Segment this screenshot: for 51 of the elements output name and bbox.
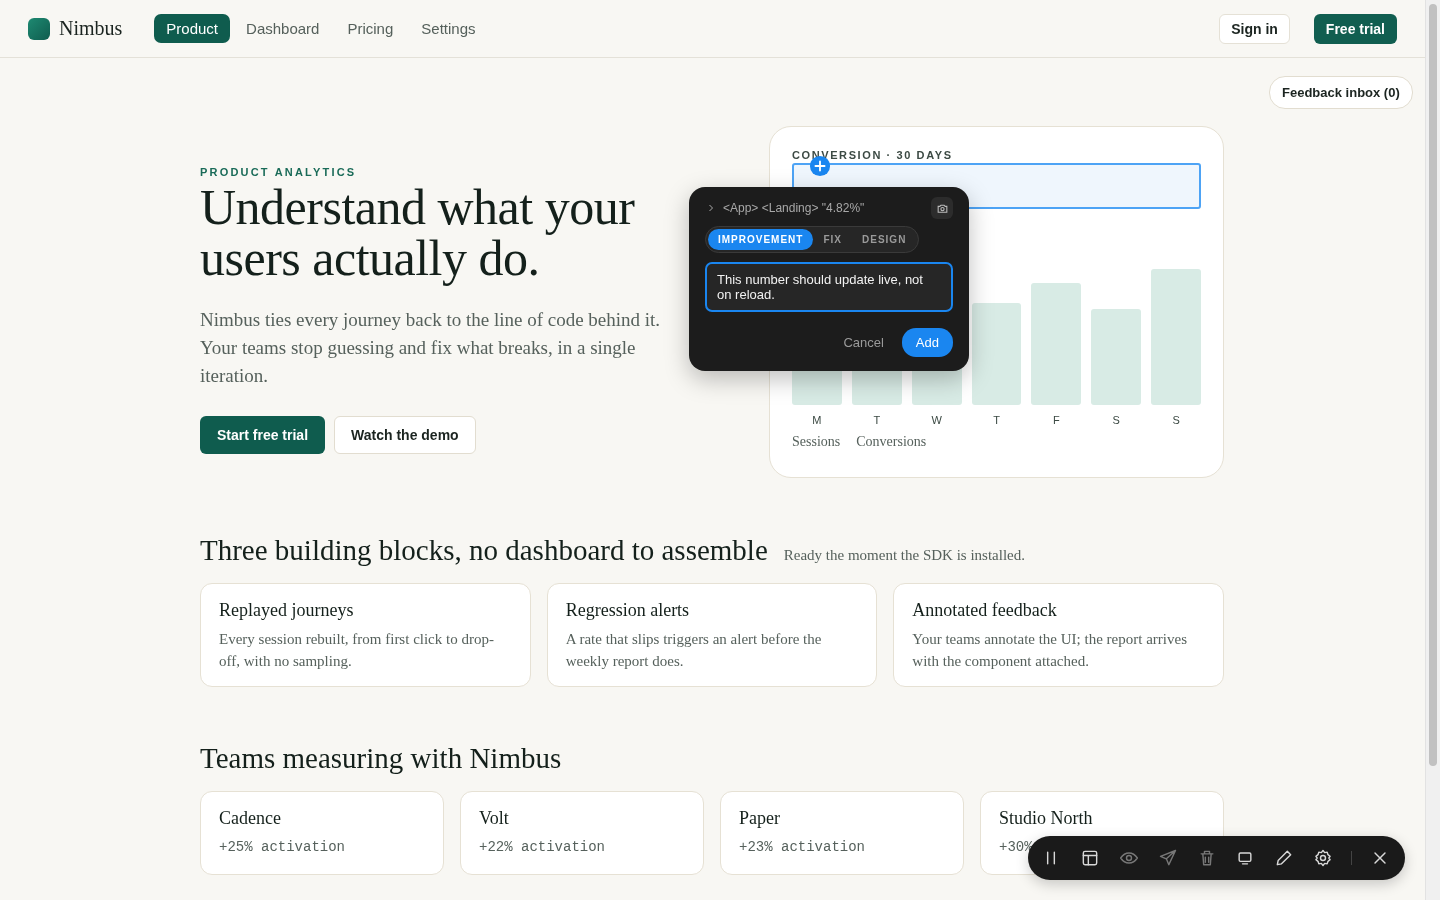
feedback-inbox-button[interactable]: Feedback inbox (0) bbox=[1269, 76, 1413, 109]
cancel-button[interactable]: Cancel bbox=[843, 335, 884, 350]
nav-tab[interactable]: Product bbox=[154, 14, 231, 43]
team-name: Studio North bbox=[999, 808, 1094, 829]
team-stat: +22% activation bbox=[479, 839, 606, 855]
nav-tab[interactable]: Settings bbox=[409, 14, 488, 43]
team-stat: +23% activation bbox=[739, 839, 866, 855]
feature-description: Every session rebuilt, from first click to drop-off, with no sampling. bbox=[219, 630, 495, 671]
nav-tab[interactable]: Pricing bbox=[335, 14, 406, 43]
section-heading: Three building blocks, no dashboard to assemble bbox=[200, 534, 768, 567]
team-name: Cadence bbox=[219, 808, 282, 829]
day-label: T bbox=[992, 414, 1001, 426]
comment-field[interactable]: This number should update live, not on reload. bbox=[705, 262, 953, 312]
team-name: Paper bbox=[739, 808, 781, 829]
watch-demo-button[interactable]: Watch the demo bbox=[334, 416, 476, 454]
day-label: T bbox=[872, 414, 882, 426]
feature-title: Replayed journeys bbox=[219, 600, 355, 621]
component-path: <App> <Landing> "4.82%" bbox=[723, 201, 866, 215]
feature-title: Annotated feedback bbox=[912, 600, 1058, 621]
nav-tab[interactable]: Dashboard bbox=[234, 14, 332, 43]
team-name: Volt bbox=[479, 808, 510, 829]
day-label: F bbox=[1052, 414, 1061, 426]
logo-icon[interactable] bbox=[28, 17, 50, 40]
day-label: S bbox=[1171, 414, 1181, 426]
hero-heading: Understand what your users actually do. bbox=[200, 182, 636, 284]
sign-in-button[interactable]: Sign in bbox=[1219, 13, 1290, 44]
free-trial-button[interactable]: Free trial bbox=[1313, 13, 1397, 44]
type-tab[interactable]: DESIGN bbox=[852, 229, 917, 250]
settings-icon bbox=[1313, 848, 1334, 868]
legend-label: Sessions bbox=[792, 434, 841, 450]
section-heading: Teams measuring with Nimbus bbox=[200, 742, 563, 775]
add-button[interactable]: Add bbox=[901, 328, 953, 357]
day-label: S bbox=[1111, 414, 1121, 426]
feature-description: A rate that slips triggers an alert before the weekly report does. bbox=[565, 630, 823, 671]
start-trial-button[interactable]: Start free trial bbox=[200, 416, 326, 454]
send-icon bbox=[1157, 848, 1178, 868]
eyebrow-label: PRODUCT ANALYTICS bbox=[200, 166, 358, 178]
legend-label: Conversions bbox=[856, 434, 927, 450]
hero-description: Nimbus ties every journey back to the line of code behind it. Your teams stop guessing and fix what breaks, in a single iteration. bbox=[200, 308, 662, 388]
team-stat: +25% activation bbox=[219, 839, 346, 855]
type-tab[interactable]: FIX bbox=[813, 229, 852, 250]
feature-description: Your teams annotate the UI; the report arrives with the component attached. bbox=[912, 630, 1188, 671]
brand-name[interactable]: Nimbus bbox=[59, 17, 123, 40]
scrollbar[interactable] bbox=[1425, 0, 1440, 900]
day-label: M bbox=[811, 414, 823, 426]
camera-button[interactable] bbox=[931, 197, 953, 219]
section-subtitle: Ready the moment the SDK is installed. bbox=[783, 547, 1025, 564]
metric-label: CONVERSION · 30 DAYS bbox=[792, 149, 954, 161]
day-label: W bbox=[930, 414, 943, 426]
type-tab[interactable]: IMPROVEMENT bbox=[708, 229, 814, 250]
feature-title: Regression alerts bbox=[565, 600, 691, 621]
